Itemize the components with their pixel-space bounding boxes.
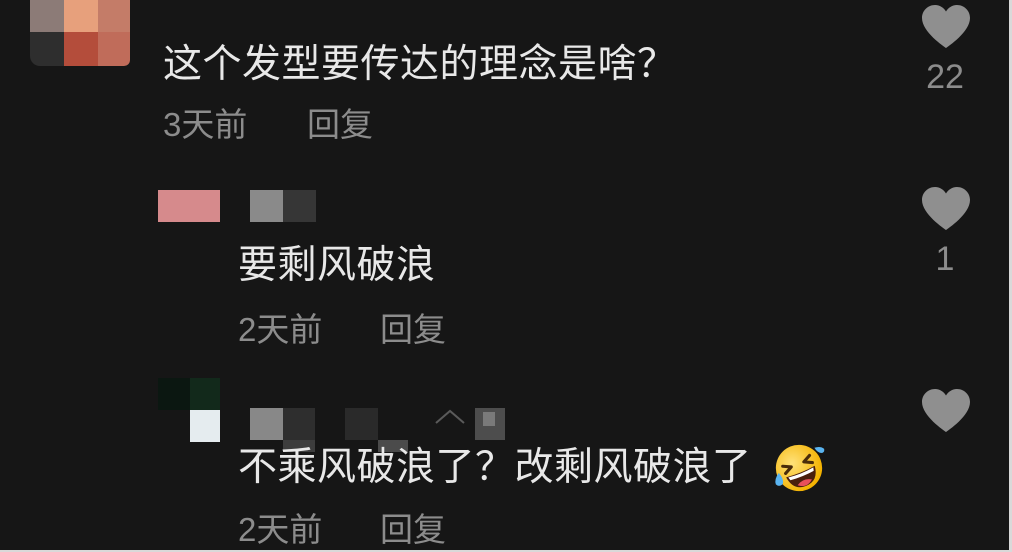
reply-button[interactable]: 回复 xyxy=(380,311,446,349)
mosaic-tile xyxy=(64,32,98,66)
comment-section: 这个发型要传达的理念是啥？ 3天前 回复 22 要剩风破浪 2天前 回复 1 不… xyxy=(0,0,1012,552)
mosaic-tile xyxy=(158,378,190,410)
mosaic-tile xyxy=(30,32,64,66)
like-count: 1 xyxy=(935,240,955,278)
reply-text-content: 要剩风破浪 xyxy=(238,244,436,287)
mosaic-tile xyxy=(98,32,130,66)
mosaic-tile xyxy=(98,0,130,32)
reply-button[interactable]: 回复 xyxy=(380,511,446,549)
heart-icon xyxy=(922,389,970,432)
replier-avatar[interactable] xyxy=(158,378,220,442)
username-redacted[interactable] xyxy=(250,190,316,222)
mosaic-tile xyxy=(30,0,64,32)
mosaic-tile xyxy=(64,0,98,32)
mosaic-tile xyxy=(483,412,495,426)
reply-text: 要剩风破浪 xyxy=(238,243,436,289)
reply-timestamp: 2天前 xyxy=(238,511,323,548)
comment-text-content: 这个发型要传达的理念是啥？ xyxy=(163,43,677,86)
mosaic-tile xyxy=(283,408,315,440)
mosaic-tile xyxy=(435,409,465,424)
heart-icon xyxy=(922,187,970,230)
commenter-avatar[interactable] xyxy=(30,0,130,66)
mosaic-tile xyxy=(283,190,316,222)
mosaic-tile xyxy=(345,408,378,440)
like-button[interactable] xyxy=(921,4,971,50)
reply-button[interactable]: 回复 xyxy=(307,106,373,144)
comment-text: 这个发型要传达的理念是啥？ xyxy=(163,42,677,88)
mosaic-tile xyxy=(158,190,220,222)
mosaic-tile xyxy=(190,378,220,410)
like-count: 22 xyxy=(926,58,964,96)
reply-text-content: 不乘风破浪了？改剩风破浪了 xyxy=(238,446,752,489)
reply-timestamp: 2天前 xyxy=(238,311,323,348)
like-button[interactable] xyxy=(921,388,971,434)
comment-timestamp: 3天前 xyxy=(163,106,248,143)
like-button[interactable] xyxy=(921,186,971,232)
mosaic-tile xyxy=(250,408,283,440)
replier-avatar[interactable] xyxy=(158,190,220,222)
reply-text: 不乘风破浪了？改剩风破浪了 xyxy=(238,441,826,495)
rolling-on-the-floor-laughing-icon xyxy=(774,444,824,492)
mosaic-tile xyxy=(190,410,220,442)
mosaic-tile xyxy=(250,190,283,222)
heart-icon xyxy=(922,5,970,48)
